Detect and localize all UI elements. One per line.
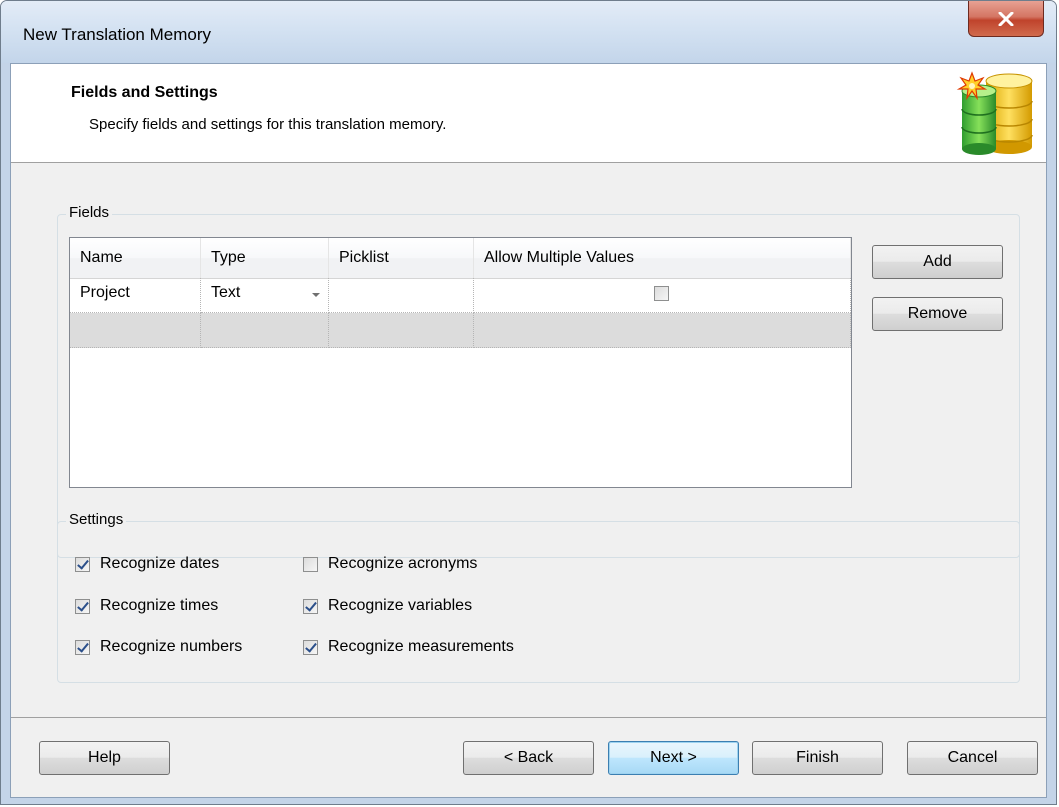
column-header-picklist[interactable]: Picklist [329,238,474,278]
help-button[interactable]: Help [39,741,170,775]
dialog-client-area: Fields and Settings Specify fields and s… [10,63,1047,798]
column-header-allow-multiple[interactable]: Allow Multiple Values [474,238,851,278]
field-allow-multiple-cell[interactable] [474,278,851,313]
title-bar[interactable]: New Translation Memory [1,1,1056,63]
fields-group-label: Fields [66,204,113,221]
add-button[interactable]: Add [872,245,1003,279]
dialog-window: New Translation Memory Fields and Settin… [0,0,1057,805]
database-new-icon [956,71,1033,155]
recognize-dates-checkbox[interactable] [75,556,90,572]
finish-button[interactable]: Finish [752,741,883,775]
recognize-acronyms-option[interactable]: Recognize acronyms [303,552,477,576]
recognize-numbers-label: Recognize numbers [100,638,243,655]
recognize-variables-checkbox[interactable] [303,598,318,614]
field-type-cell[interactable]: Text [201,278,329,313]
new-row-allow-multiple-cell[interactable] [474,313,851,348]
recognize-numbers-checkbox[interactable] [75,639,90,655]
recognize-variables-label: Recognize variables [328,597,473,614]
recognize-dates-label: Recognize dates [100,555,220,572]
allow-multiple-checkbox[interactable] [654,286,669,301]
page-subtitle: Specify fields and settings for this tra… [89,116,447,133]
field-picklist-cell[interactable] [329,278,474,313]
next-button[interactable]: Next > [608,741,739,775]
recognize-times-checkbox[interactable] [75,598,90,614]
wizard-header: Fields and Settings Specify fields and s… [11,64,1046,163]
back-button[interactable]: < Back [463,741,594,775]
new-row[interactable] [70,313,851,348]
recognize-acronyms-label: Recognize acronyms [328,555,478,572]
column-header-name[interactable]: Name [70,238,201,278]
field-name-cell[interactable]: Project [70,278,201,313]
recognize-numbers-option[interactable]: Recognize numbers [75,635,242,659]
recognize-dates-option[interactable]: Recognize dates [75,552,219,576]
remove-button[interactable]: Remove [872,297,1003,331]
table-row[interactable]: Project Text [70,278,851,313]
recognize-measurements-option[interactable]: Recognize measurements [303,635,514,659]
new-row-picklist-cell[interactable] [329,313,474,348]
close-icon [998,11,1014,26]
recognize-times-option[interactable]: Recognize times [75,594,218,618]
recognize-measurements-checkbox[interactable] [303,639,318,655]
fields-grid[interactable]: Name Type Picklist Allow Multiple Values… [69,237,852,488]
fields-grid-header: Name Type Picklist Allow Multiple Values [70,238,851,279]
new-row-name-cell[interactable] [70,313,201,348]
chevron-down-icon[interactable] [312,293,320,297]
new-row-type-cell[interactable] [201,313,329,348]
footer-divider [11,717,1046,718]
column-header-type[interactable]: Type [201,238,329,278]
recognize-measurements-label: Recognize measurements [328,638,514,655]
recognize-variables-option[interactable]: Recognize variables [303,594,472,618]
recognize-times-label: Recognize times [100,597,219,614]
settings-group-label: Settings [66,511,127,528]
recognize-acronyms-checkbox[interactable] [303,556,318,572]
close-button[interactable] [968,1,1044,37]
window-title: New Translation Memory [23,25,212,44]
page-title: Fields and Settings [71,84,218,101]
cancel-button[interactable]: Cancel [907,741,1038,775]
field-type-value: Text [211,284,241,301]
